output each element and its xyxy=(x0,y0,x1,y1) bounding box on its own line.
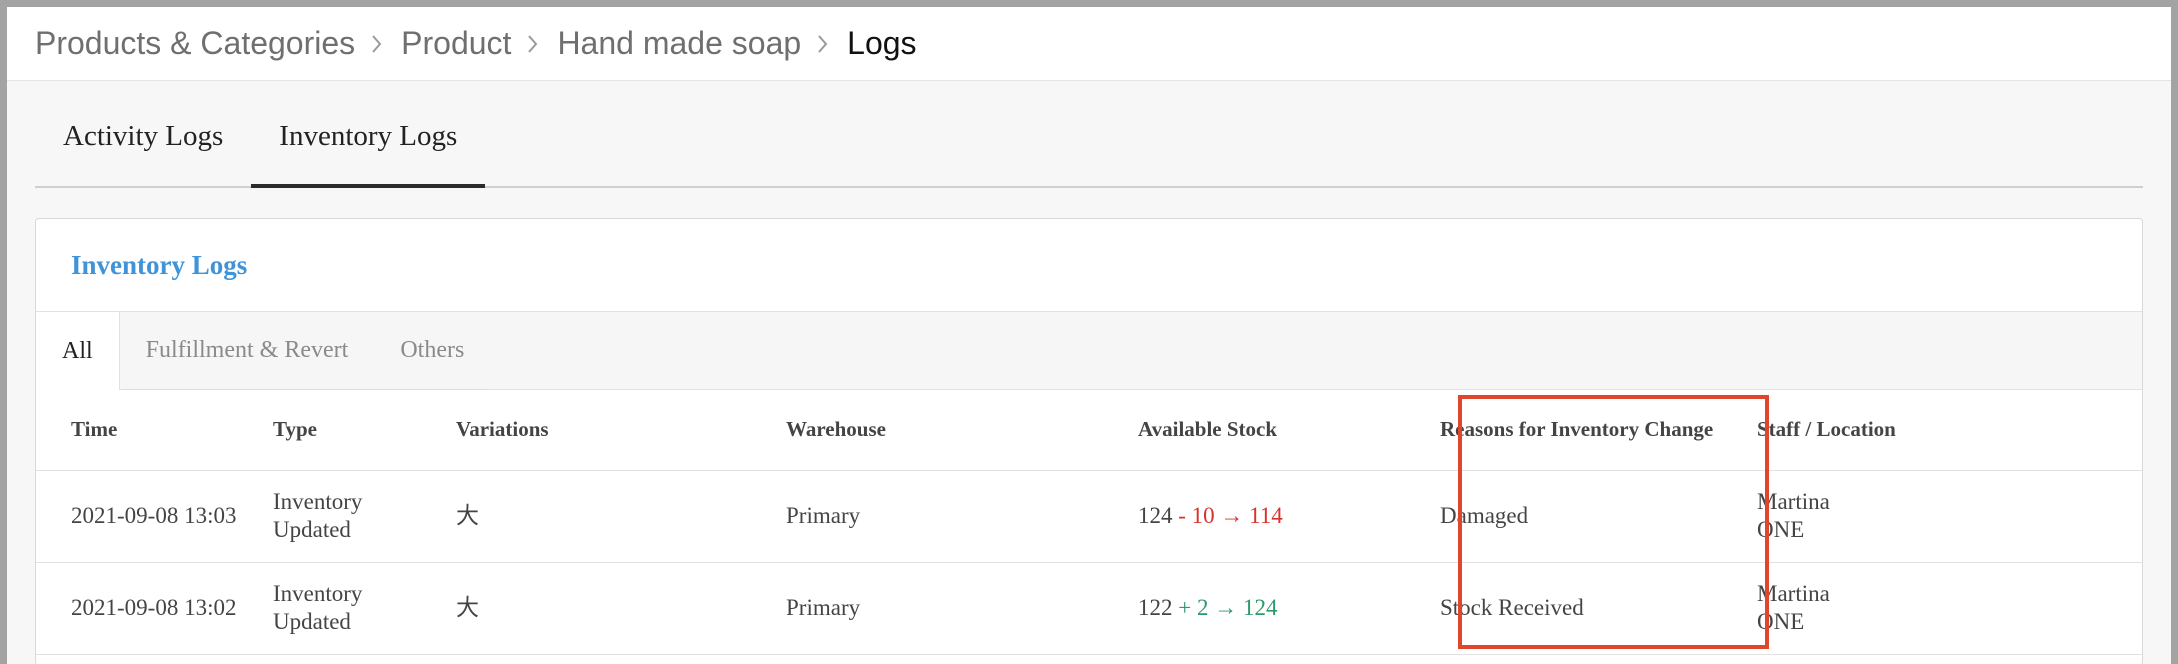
cell-warehouse: Primary xyxy=(786,562,1138,655)
breadcrumb-item-products-categories[interactable]: Products & Categories xyxy=(35,25,355,62)
log-type-tabs: Activity Logs Inventory Logs xyxy=(35,81,2143,188)
type-line: Updated xyxy=(273,609,351,634)
header-time: Time xyxy=(36,390,273,471)
cell-time: 2021-09-08 13:02 xyxy=(36,562,273,655)
cell-warehouse: Primary xyxy=(786,470,1138,563)
subtab-fulfillment-revert[interactable]: Fulfillment & Revert xyxy=(120,312,375,389)
cell-reason: Stock Received xyxy=(1440,562,1757,655)
stock-before: 122 xyxy=(1138,595,1173,620)
cell-available-stock: 124 - 10 → 114 xyxy=(1138,470,1440,563)
table-header-row: Time Type Variations Warehouse Available… xyxy=(36,390,2142,471)
type-line: Updated xyxy=(273,517,351,542)
stock-change: + 2 → 124 xyxy=(1178,595,1278,620)
header-warehouse: Warehouse xyxy=(786,390,1138,471)
cell-reason: Damaged xyxy=(1440,470,1757,563)
subtab-all[interactable]: All xyxy=(36,312,120,390)
tab-activity-logs[interactable]: Activity Logs xyxy=(35,106,251,186)
filter-tabs: All Fulfillment & Revert Others xyxy=(36,312,2142,390)
subtab-others[interactable]: Others xyxy=(374,312,490,389)
subtab-underline xyxy=(124,389,488,390)
chevron-right-icon xyxy=(363,34,393,54)
staff-location: ONE xyxy=(1757,609,1805,634)
table-row: 2021-09-08 13:02 Inventory Updated 大 Prim… xyxy=(36,562,2142,655)
header-reasons: Reasons for Inventory Change xyxy=(1440,390,1757,471)
type-line: Inventory xyxy=(273,489,363,514)
stock-change: - 10 → 114 xyxy=(1178,503,1283,528)
staff-name: Martina xyxy=(1757,489,1830,514)
header-type: Type xyxy=(273,390,456,471)
cell-type: Inventory Updated xyxy=(273,562,456,655)
breadcrumb-item-hand-made-soap[interactable]: Hand made soap xyxy=(557,25,801,62)
stock-before: 124 xyxy=(1138,503,1173,528)
cell-variation: 大 xyxy=(456,562,786,655)
tab-inventory-logs[interactable]: Inventory Logs xyxy=(251,106,486,188)
card-title: Inventory Logs xyxy=(36,219,2142,312)
cell-staff-location: Martina ONE xyxy=(1757,562,2142,655)
staff-name: Martina xyxy=(1757,581,1830,606)
chevron-right-icon xyxy=(809,34,839,54)
cell-type: Inventory Updated xyxy=(273,470,456,563)
cell-time: 2021-09-08 13:03 xyxy=(36,470,273,563)
table-row: 2021-09-08 13:03 Inventory Updated 大 Prim… xyxy=(36,470,2142,563)
cell-staff-location: Martina ONE xyxy=(1757,470,2142,563)
inventory-logs-card: Inventory Logs All Fulfillment & Revert … xyxy=(35,218,2143,664)
breadcrumb-item-product[interactable]: Product xyxy=(401,25,511,62)
app-frame: Products & Categories Product Hand made … xyxy=(7,7,2171,664)
header-available-stock: Available Stock xyxy=(1138,390,1440,471)
staff-location: ONE xyxy=(1757,517,1805,542)
inventory-logs-table: Time Type Variations Warehouse Available… xyxy=(36,390,2142,655)
header-variations: Variations xyxy=(456,390,786,471)
type-line: Inventory xyxy=(273,581,363,606)
header-staff-location: Staff / Location xyxy=(1757,390,2142,471)
cell-available-stock: 122 + 2 → 124 xyxy=(1138,562,1440,655)
breadcrumb-current: Logs xyxy=(847,25,917,61)
chevron-right-icon xyxy=(519,34,549,54)
cell-variation: 大 xyxy=(456,470,786,563)
breadcrumb: Products & Categories Product Hand made … xyxy=(7,7,2171,81)
